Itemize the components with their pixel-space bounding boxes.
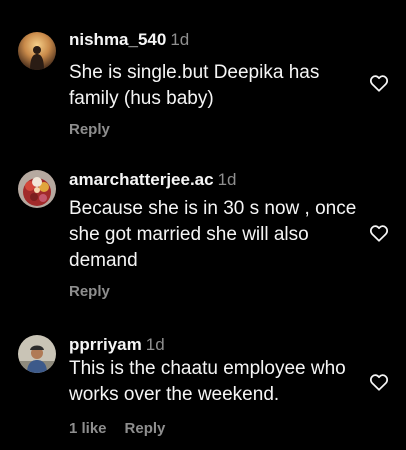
likes-count[interactable]: 1 like	[69, 420, 107, 437]
username[interactable]: pprriyam	[69, 335, 142, 354]
comment-text: She is single.but Deepika has family (hu…	[69, 62, 320, 109]
avatar[interactable]	[18, 335, 56, 373]
avatar[interactable]	[18, 170, 56, 208]
comment-meta: amarchatterjee.ac 1d	[69, 170, 237, 190]
avatar[interactable]	[18, 32, 56, 70]
username[interactable]: nishma_540	[69, 30, 166, 49]
heart-icon[interactable]	[368, 371, 390, 393]
timestamp: 1d	[170, 30, 190, 49]
comment-text: This is the chaatu employee who works ov…	[69, 358, 346, 405]
heart-icon[interactable]	[368, 72, 390, 94]
comment-actions: Reply	[69, 283, 110, 301]
avatar-image	[18, 335, 56, 373]
comment-meta: nishma_540 1d	[69, 30, 189, 50]
comment-text: Because she is in 30 s now , once she go…	[69, 198, 357, 271]
comment-meta: pprriyam 1d	[69, 335, 165, 355]
avatar-image	[18, 32, 56, 70]
timestamp: 1d	[145, 335, 165, 354]
reply-button[interactable]: Reply	[69, 121, 110, 138]
avatar-image	[18, 170, 56, 208]
username[interactable]: amarchatterjee.ac	[69, 170, 214, 189]
reply-button[interactable]: Reply	[125, 420, 166, 437]
comment-actions: Reply	[69, 121, 110, 139]
comment-actions: 1 like Reply	[69, 420, 165, 438]
reply-button[interactable]: Reply	[69, 283, 110, 300]
timestamp: 1d	[217, 170, 237, 189]
heart-icon[interactable]	[368, 222, 390, 244]
